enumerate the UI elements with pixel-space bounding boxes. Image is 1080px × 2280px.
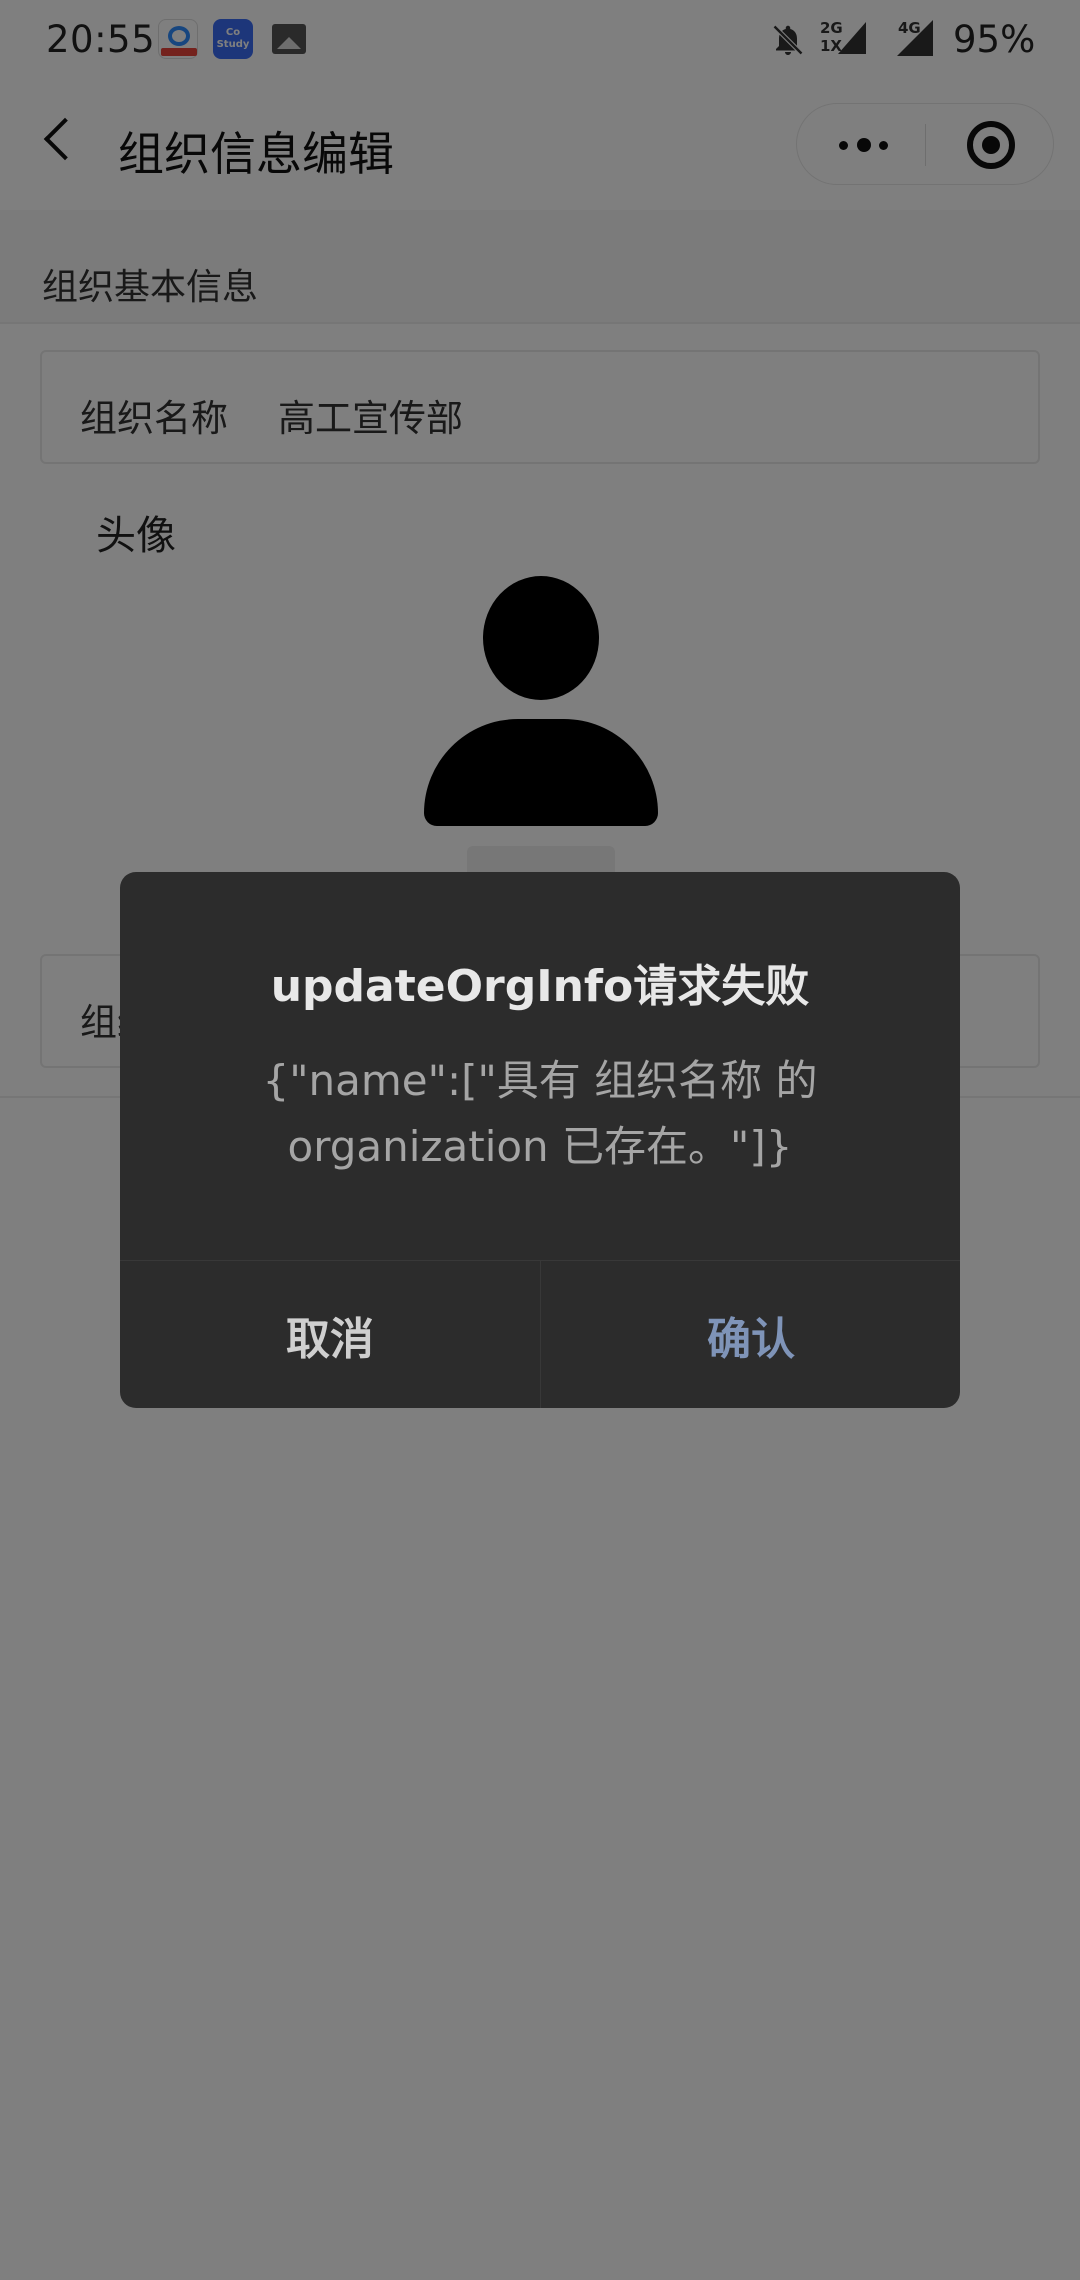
dialog-message: {"name":["具有 组织名称 的 organization 已存在。"]} bbox=[262, 1056, 818, 1171]
confirm-button[interactable]: 确认 bbox=[540, 1261, 960, 1408]
dialog-footer: 取消 确认 bbox=[120, 1260, 960, 1408]
error-dialog: updateOrgInfo请求失败 {"name":["具有 组织名称 的 or… bbox=[120, 872, 960, 1408]
dialog-title: updateOrgInfo请求失败 bbox=[270, 961, 810, 1012]
cancel-button[interactable]: 取消 bbox=[120, 1261, 540, 1408]
screen: 20:55 Co Study 2G 1X 4G 95% 组织信息编辑 bbox=[0, 0, 1080, 2280]
